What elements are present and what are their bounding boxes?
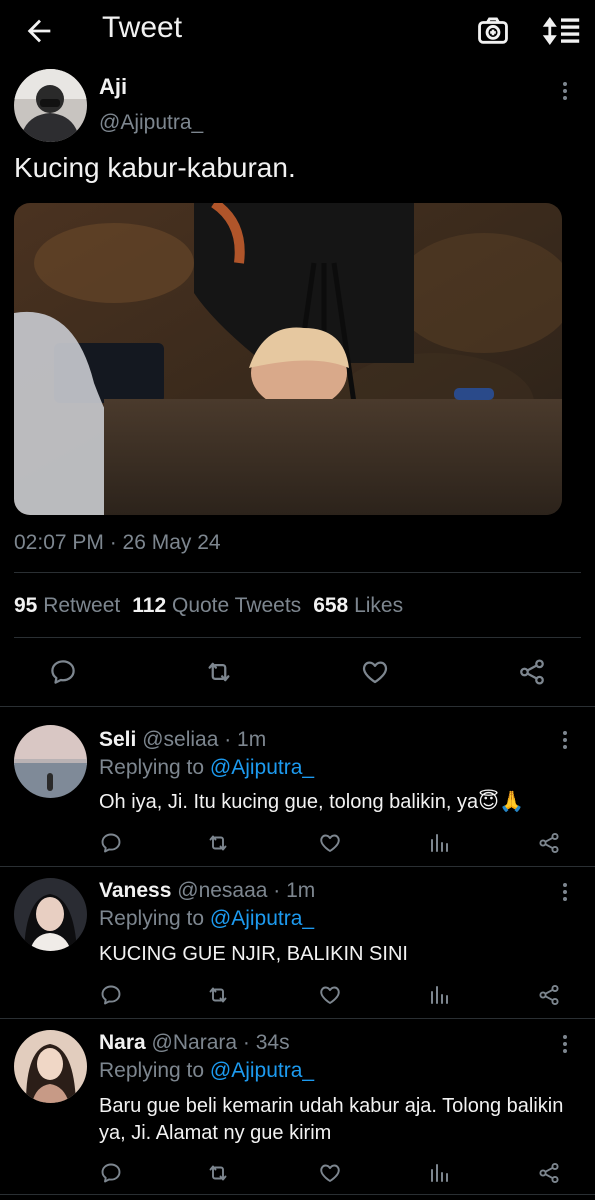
analytics-icon[interactable] (427, 983, 451, 1007)
author-handle[interactable]: @Ajiputra_ (99, 111, 203, 135)
replying-prefix: Replying to (99, 1059, 205, 1082)
tweet-text: Kucing kabur-kaburan. (14, 152, 296, 183)
back-arrow-icon[interactable] (22, 14, 56, 48)
likes-count: 658 (313, 594, 349, 617)
reply-handle-time[interactable]: @Narara · 34s (152, 1031, 290, 1054)
reply-header: Vaness @nesaaa · 1m (99, 879, 315, 903)
reply-text: Oh iya, Ji. Itu kucing gue, tolong balik… (99, 791, 524, 813)
reply-header: Seli @seliaa · 1m (99, 728, 266, 752)
replying-handle-link[interactable]: @Ajiputra_ (210, 1059, 314, 1082)
replying-to: Replying to @Ajiputra_ (99, 1059, 314, 1083)
divider (0, 1018, 595, 1019)
analytics-icon[interactable] (427, 831, 451, 855)
reply-icon[interactable] (48, 657, 78, 687)
retweet-icon[interactable] (206, 831, 230, 855)
replying-handle-link[interactable]: @Ajiputra_ (210, 756, 314, 779)
more-options-icon[interactable] (559, 880, 571, 904)
page-title: Tweet (102, 11, 183, 44)
divider (0, 706, 595, 707)
replying-to: Replying to @Ajiputra_ (99, 756, 314, 780)
like-heart-icon[interactable] (318, 983, 342, 1007)
analytics-icon[interactable] (427, 1161, 451, 1185)
retweet-stat[interactable]: 95 Retweet (14, 594, 120, 617)
share-icon[interactable] (517, 657, 547, 687)
like-heart-icon[interactable] (318, 831, 342, 855)
tweet-stats: 95 Retweet 112 Quote Tweets 658 Likes (14, 594, 403, 618)
share-icon[interactable] (537, 983, 561, 1007)
reply-text: Baru gue beli kemarin udah kabur aja. To… (99, 1095, 564, 1144)
more-options-icon[interactable] (559, 728, 571, 752)
retweet-icon[interactable] (204, 657, 234, 687)
author-avatar[interactable] (14, 69, 87, 142)
reply-avatar[interactable] (14, 725, 87, 798)
divider (14, 572, 581, 573)
tweet-photo[interactable] (14, 203, 562, 515)
reply-handle-time[interactable]: @seliaa · 1m (142, 728, 266, 751)
reply-icon[interactable] (99, 983, 123, 1007)
reply-avatar[interactable] (14, 1030, 87, 1103)
reply-author-name[interactable]: Vaness (99, 879, 171, 902)
reply-text: KUCING GUE NJIR, BALIKIN SINI (99, 943, 408, 965)
more-options-icon[interactable] (559, 79, 571, 103)
likes-stat[interactable]: 658 Likes (313, 594, 403, 617)
replying-handle-link[interactable]: @Ajiputra_ (210, 907, 314, 930)
retweet-icon[interactable] (206, 983, 230, 1007)
quote-label: Quote Tweets (171, 594, 302, 617)
share-icon[interactable] (537, 831, 561, 855)
more-options-icon[interactable] (559, 1032, 571, 1056)
retweet-count: 95 (14, 594, 38, 617)
divider (0, 1194, 595, 1195)
divider (0, 866, 595, 867)
reply-icon[interactable] (99, 1161, 123, 1185)
retweet-label: Retweet (43, 594, 121, 617)
reply-handle-time[interactable]: @nesaaa · 1m (177, 879, 315, 902)
tweet-timestamp: 02:07 PM · 26 May 24 (14, 531, 221, 554)
top-bar: Tweet (0, 0, 595, 62)
quote-count: 112 (132, 594, 167, 617)
share-icon[interactable] (537, 1161, 561, 1185)
reply-author-name[interactable]: Nara (99, 1031, 146, 1054)
likes-label: Likes (354, 594, 404, 617)
reply-author-name[interactable]: Seli (99, 728, 136, 751)
camera-plus-icon[interactable] (476, 14, 510, 48)
replying-prefix: Replying to (99, 756, 205, 779)
author-name[interactable]: Aji (99, 74, 127, 100)
divider (14, 637, 581, 638)
like-heart-icon[interactable] (318, 1161, 342, 1185)
like-heart-icon[interactable] (360, 657, 390, 687)
sort-icon[interactable] (540, 14, 582, 48)
reply-header: Nara @Narara · 34s (99, 1031, 290, 1055)
reply-avatar[interactable] (14, 878, 87, 951)
quote-stat[interactable]: 112 Quote Tweets (132, 594, 301, 617)
reply-icon[interactable] (99, 831, 123, 855)
replying-to: Replying to @Ajiputra_ (99, 907, 314, 931)
replying-prefix: Replying to (99, 907, 205, 930)
retweet-icon[interactable] (206, 1161, 230, 1185)
